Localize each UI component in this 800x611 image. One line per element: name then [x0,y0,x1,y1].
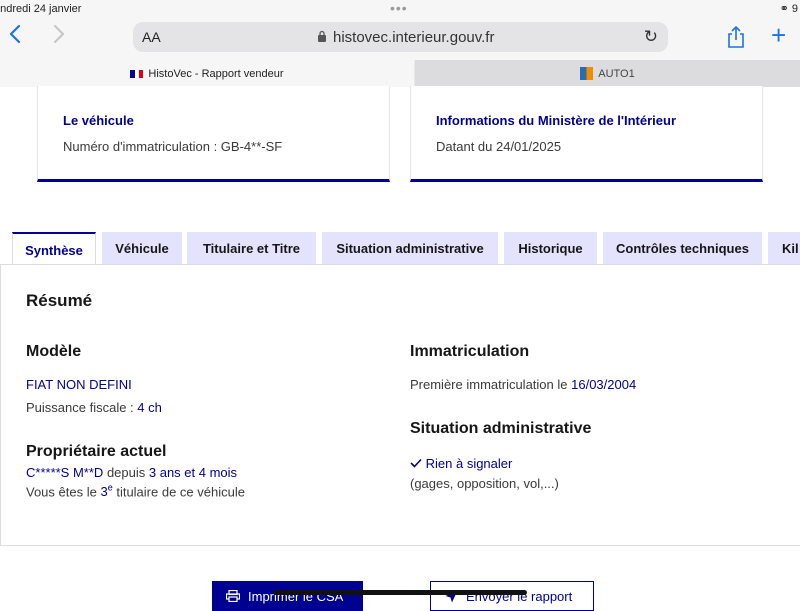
summary-title: Résumé [26,291,93,310]
owner-rank-suffix-sup: e [107,483,113,493]
model-heading: Modèle [26,343,82,360]
checkmark-icon [410,458,422,468]
first-registration: Première immatriculation le 16/03/2004 [410,377,636,392]
ministry-date: Datant du 24/01/2025 [436,139,562,154]
fiscal-power: Puissance fiscale : 4 ch [26,400,162,415]
home-indicator[interactable] [273,590,527,595]
owner-rank: Vous êtes le 3e titulaire de ce véhicule [26,483,245,499]
owner-since-label: depuis [106,465,146,480]
tab-titulaire[interactable]: Titulaire et Titre [187,232,316,265]
page-content: Le véhicule Numéro d'immatriculation : G… [0,86,800,611]
summary-panel: Résumé Modèle FIAT NON DEFINI Puissance … [0,264,800,546]
owner-rank-digit: 3 [100,484,108,500]
owner-since-value: 3 ans et 4 mois [148,465,238,480]
status-right: ⚭ 9 [780,2,798,15]
vehicle-card-title: Le véhicule [63,113,134,128]
multitask-dots-icon[interactable]: ••• [390,0,408,16]
status-time: endredi 24 janvier [0,3,82,15]
lock-icon [318,30,326,42]
auto1-favicon-icon [580,67,594,80]
tab-kilometrage[interactable]: Kil [768,232,800,265]
tab-situation-administrative[interactable]: Situation administrative [322,232,498,265]
action-buttons: Imprimer le CSA Envoyer le rapport [0,581,800,611]
tab-synthese[interactable]: Synthèse [12,232,96,266]
owner-line: C*****S M**D depuis 3 ans et 4 mois [26,465,237,480]
status-bar: endredi 24 janvier ••• ⚭ 9 [0,0,800,18]
address-bar[interactable]: AA histovec.interieur.gouv.fr ↻ [133,22,668,52]
admin-heading: Situation administrative [410,420,592,437]
battery-level: 9 [791,3,798,15]
ministry-card-title: Informations du Ministère de l'Intérieur [436,113,677,128]
admin-detail: (gages, opposition, vol,...) [410,476,559,491]
browser-tab-auto1[interactable]: AUTO1 [415,60,800,87]
tab-controles-techniques[interactable]: Contrôles techniques [603,232,762,265]
back-chevron-icon[interactable] [8,24,22,50]
browser-tab-label: HistoVec - Rapport vendeur [148,67,284,80]
french-flag-icon [130,69,144,78]
send-report-button[interactable]: Envoyer le rapport [430,581,594,611]
browser-tab-label: AUTO1 [598,67,635,80]
vehicle-card: Le véhicule Numéro d'immatriculation : G… [37,86,390,182]
first-registration-date: 16/03/2004 [571,377,637,392]
registration-heading: Immatriculation [410,343,530,360]
browser-tab-histovec[interactable]: HistoVec - Rapport vendeur [0,60,414,87]
owner-rank-suffix: titulaire de ce véhicule [116,484,245,500]
tab-historique[interactable]: Historique [504,232,597,265]
reload-icon[interactable]: ↻ [644,27,658,47]
url-text[interactable]: histovec.interieur.gouv.fr [333,29,494,46]
ministry-card: Informations du Ministère de l'Intérieur… [410,86,763,182]
print-csa-button[interactable]: Imprimer le CSA [212,581,363,611]
link-icon: ⚭ [779,3,789,15]
printer-icon [226,590,240,602]
new-tab-plus-icon[interactable]: + [771,20,786,51]
first-registration-label: Première immatriculation le [410,377,568,392]
model-name: FIAT NON DEFINI [26,377,132,392]
share-icon[interactable] [726,25,746,49]
owner-name: C*****S M**D [26,465,104,480]
fiscal-power-label: Puissance fiscale : [26,400,134,415]
browser-tab-bar: HistoVec - Rapport vendeur AUTO1 [0,60,800,87]
owner-rank-prefix: Vous êtes le [26,484,97,500]
fiscal-power-value: 4 ch [137,400,162,415]
browser-toolbar: AA histovec.interieur.gouv.fr ↻ + [0,18,800,60]
section-tabs: Synthèse Véhicule Titulaire et Titre Sit… [0,232,800,266]
owner-heading: Propriétaire actuel [26,443,167,460]
admin-status: Rien à signaler [410,456,512,471]
forward-chevron-icon[interactable] [52,24,66,50]
admin-status-text: Rien à signaler [425,456,513,471]
tab-vehicule[interactable]: Véhicule [102,232,182,265]
reader-aa-button[interactable]: AA [142,29,161,45]
owner-rank-number: 3e [100,483,113,500]
registration-number: Numéro d'immatriculation : GB-4**-SF [63,139,283,154]
